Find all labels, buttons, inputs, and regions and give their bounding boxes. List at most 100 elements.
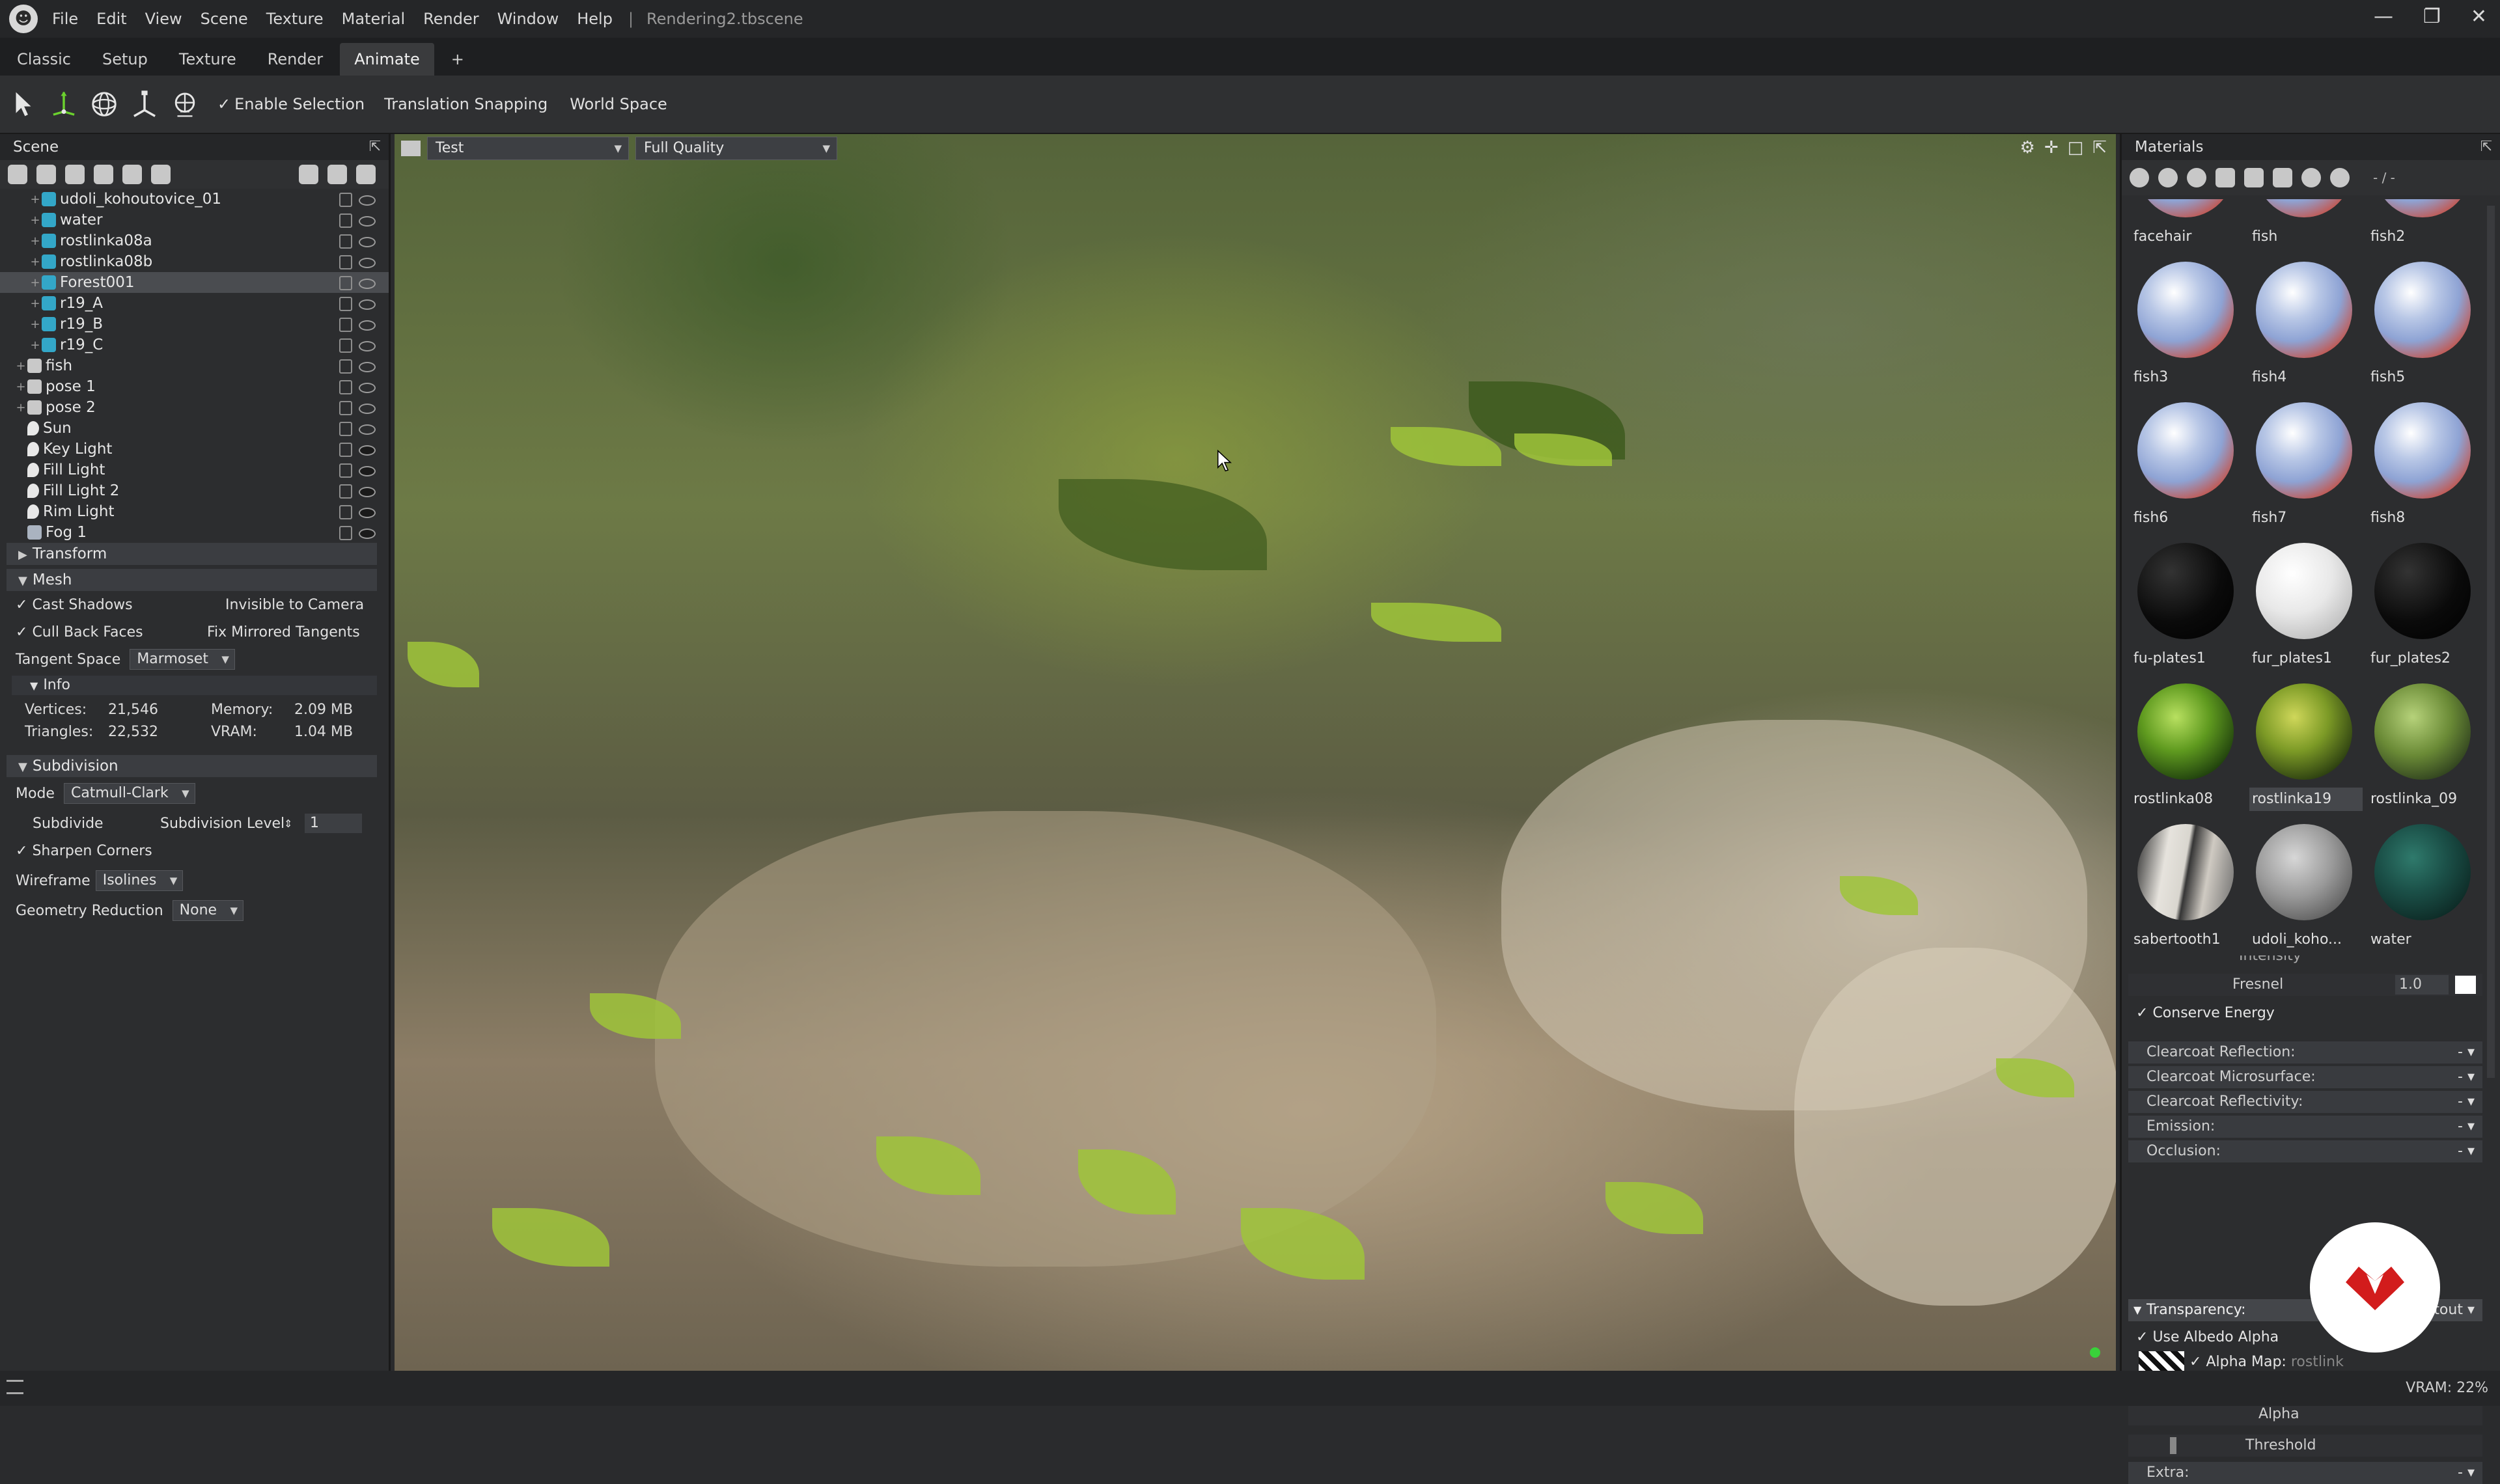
visibility-eye-icon[interactable] (359, 529, 376, 539)
material-section-header[interactable]: Occlusion: - ▾ (2128, 1140, 2482, 1162)
menu-file[interactable]: File (52, 10, 78, 28)
visibility-eye-icon[interactable] (359, 466, 376, 476)
fresnel-color-swatch[interactable] (2455, 976, 2476, 994)
select-tool-icon[interactable] (7, 87, 40, 121)
fix-mirrored-tangents-checkbox[interactable]: Fix Mirrored Tangents (207, 624, 360, 640)
material-thumbnail[interactable]: fish7 (2247, 396, 2361, 534)
material-thumbnail[interactable]: rostlinka08 (2128, 677, 2243, 815)
refresh-icon[interactable] (2330, 168, 2350, 187)
frame-icon[interactable]: □ (2068, 138, 2084, 158)
visibility-eye-icon[interactable] (359, 195, 376, 206)
visibility-eye-icon[interactable] (359, 258, 376, 268)
merge-material-icon[interactable] (2187, 168, 2206, 187)
material-thumbnail[interactable]: fish3 (2128, 255, 2243, 393)
scene-tree-item[interactable]: Fill Light (0, 460, 389, 480)
material-thumbnail[interactable]: rostlinka_09 (2365, 677, 2480, 815)
material-section-header[interactable]: Emission: - ▾ (2128, 1116, 2482, 1138)
visibility-eye-icon[interactable] (359, 279, 376, 289)
world-space-toggle[interactable]: World Space (570, 95, 667, 113)
lock-icon[interactable] (339, 505, 352, 519)
material-section-header[interactable]: Clearcoat Reflection: - ▾ (2128, 1041, 2482, 1064)
subdivision-mode-dropdown[interactable]: Catmull-Clark (63, 783, 195, 804)
scene-tree-item[interactable]: + r19_A (0, 293, 389, 314)
expand-icon[interactable]: + (29, 318, 42, 331)
subdivision-section-header[interactable]: ▼ Subdivision (7, 755, 377, 777)
material-thumbnail[interactable]: fish4 (2247, 255, 2361, 393)
scene-tree-item[interactable]: + udoli_kohoutovice_01 (0, 189, 389, 210)
wireframe-dropdown[interactable]: Isolines (95, 870, 184, 891)
expand-icon[interactable]: + (29, 255, 42, 269)
add-material-icon[interactable] (2130, 168, 2149, 187)
material-grid-scrollbar[interactable] (2487, 206, 2495, 1078)
material-thumbnail[interactable]: fish6 (2128, 396, 2243, 534)
scene-tree-item[interactable]: + rostlinka08a (0, 230, 389, 251)
tab-render[interactable]: Render (253, 43, 337, 76)
subdivision-level-input[interactable]: 1 (305, 814, 362, 833)
material-thumbnail[interactable]: fur_plates1 (2247, 536, 2361, 674)
material-thumbnail[interactable]: fish8 (2365, 396, 2480, 534)
cull-back-faces-checkbox[interactable]: ✓ Cull Back Faces (16, 624, 143, 640)
lock-icon[interactable] (339, 234, 352, 249)
duplicate-material-icon[interactable] (2158, 168, 2178, 187)
material-thumbnail[interactable]: water (2365, 818, 2480, 955)
trash-icon[interactable] (356, 165, 376, 184)
visibility-eye-icon[interactable] (359, 237, 376, 247)
menu-view[interactable]: View (145, 10, 182, 28)
minimize-icon[interactable]: — (2374, 5, 2393, 28)
material-thumbnail[interactable]: rostlinka19 (2247, 677, 2363, 815)
move-tool-icon[interactable] (47, 87, 81, 121)
lock-icon[interactable] (339, 401, 352, 415)
material-thumbnail[interactable]: sabertooth1 (2128, 818, 2243, 955)
menu-window[interactable]: Window (497, 10, 559, 28)
scene-tree-item[interactable]: Key Light (0, 439, 389, 460)
expand-icon[interactable]: + (14, 380, 27, 394)
lock-icon[interactable] (339, 213, 352, 228)
geometry-reduction-dropdown[interactable]: None (172, 900, 244, 921)
tab-texture[interactable]: Texture (165, 43, 251, 76)
log-icon[interactable] (7, 1380, 23, 1394)
lock-icon[interactable] (339, 443, 352, 457)
sharpen-corners-checkbox[interactable]: ✓ Sharpen Corners (16, 843, 152, 859)
add-mesh-icon[interactable] (8, 165, 27, 184)
scene-tree-item[interactable]: + r19_C (0, 335, 389, 355)
expand-icon[interactable]: + (14, 359, 27, 373)
subdivide-checkbox[interactable]: Subdivide (33, 816, 104, 832)
lock-icon[interactable] (339, 193, 352, 207)
use-albedo-alpha-checkbox[interactable]: ✓ Use Albedo Alpha (2136, 1329, 2279, 1345)
conserve-energy-checkbox[interactable]: ✓ Conserve Energy (2136, 1005, 2275, 1021)
gear-icon[interactable]: ⚙ (2020, 138, 2035, 158)
add-fog-icon[interactable] (151, 165, 171, 184)
transform-section-header[interactable]: ▶ Transform (7, 543, 377, 565)
visibility-eye-icon[interactable] (359, 299, 376, 310)
expand-icon[interactable]: + (29, 276, 42, 290)
material-thumbnail[interactable]: fish2 (2365, 199, 2480, 253)
menu-texture[interactable]: Texture (266, 10, 324, 28)
lock-icon[interactable] (339, 359, 352, 374)
expand-icon[interactable]: + (29, 234, 42, 248)
visibility-eye-icon[interactable] (359, 383, 376, 393)
visibility-eye-icon[interactable] (359, 341, 376, 351)
tab-setup[interactable]: Setup (88, 43, 162, 76)
subdivision-level-stepper-icon[interactable]: ⇕ (284, 818, 292, 830)
trash-icon[interactable] (2244, 168, 2264, 187)
popout-icon[interactable]: ⇱ (369, 134, 381, 160)
visibility-eye-icon[interactable] (359, 216, 376, 227)
duplicate-icon[interactable] (327, 165, 347, 184)
expand-icon[interactable]: + (29, 338, 42, 352)
picker-icon[interactable] (2273, 168, 2292, 187)
apply-icon[interactable] (2301, 168, 2321, 187)
material-thumbnail[interactable]: udoli_koho... (2247, 818, 2361, 955)
mesh-section-header[interactable]: ▼ Mesh (7, 569, 377, 591)
add-sky-icon[interactable] (94, 165, 113, 184)
visibility-eye-icon[interactable] (359, 320, 376, 331)
enable-selection-toggle[interactable]: ✓ Enable Selection (217, 95, 365, 113)
lock-icon[interactable] (339, 526, 352, 540)
menu-edit[interactable]: Edit (96, 10, 126, 28)
threshold-slider-handle[interactable] (2170, 1437, 2176, 1454)
scale-tool-icon[interactable] (128, 87, 161, 121)
close-icon[interactable]: ✕ (2471, 5, 2487, 28)
scene-tree-item[interactable]: + water (0, 210, 389, 230)
invisible-to-camera-checkbox[interactable]: Invisible to Camera (225, 597, 364, 613)
scene-tree-item[interactable]: + r19_B (0, 314, 389, 335)
lighting-tool-icon[interactable] (168, 87, 202, 121)
